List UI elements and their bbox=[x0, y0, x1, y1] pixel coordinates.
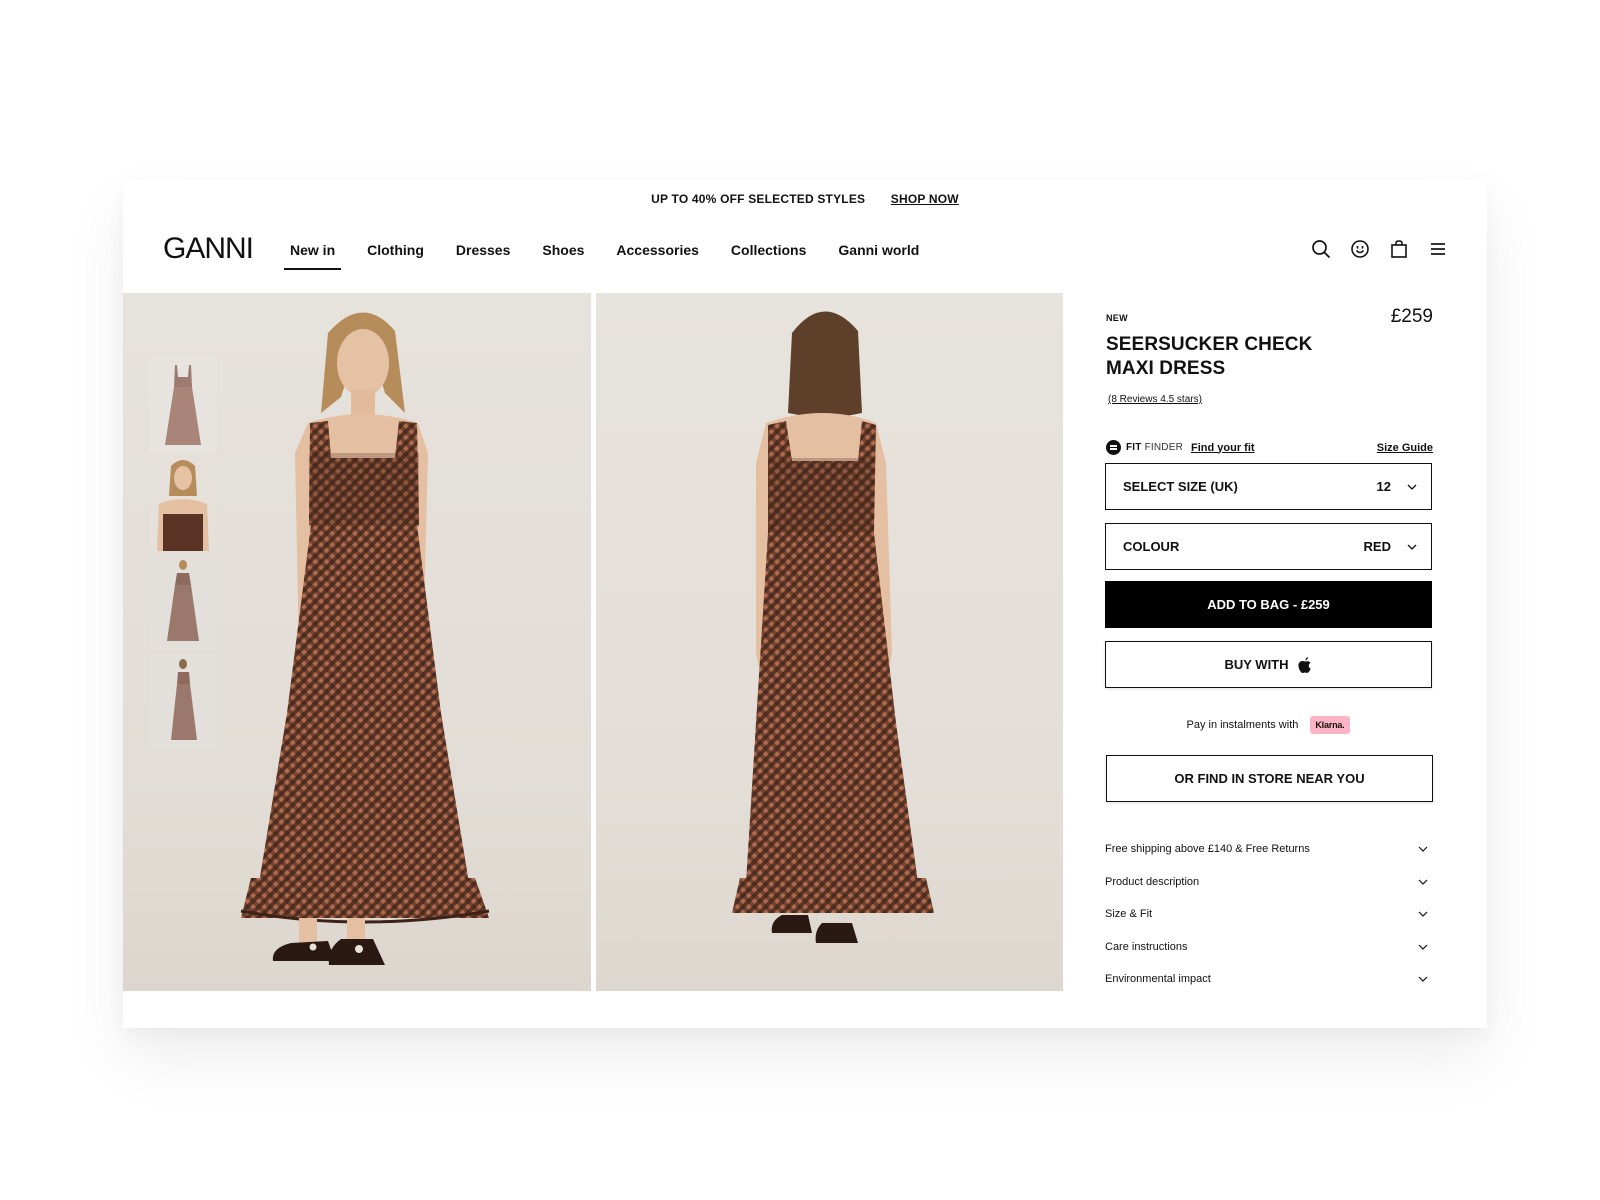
brand-logo[interactable]: GANNI bbox=[163, 232, 254, 266]
chevron-down-icon bbox=[1418, 846, 1428, 853]
size-guide-link[interactable]: Size Guide bbox=[1377, 442, 1433, 454]
shopping-bag-icon[interactable] bbox=[1388, 238, 1410, 260]
product-title: SEERSUCKER CHECK MAXI DRESS bbox=[1106, 334, 1313, 379]
account-smiley-icon[interactable] bbox=[1349, 238, 1371, 260]
colour-select-value: RED bbox=[1363, 539, 1391, 554]
nav-item-clothing[interactable]: Clothing bbox=[367, 242, 424, 270]
chevron-down-icon bbox=[1418, 976, 1428, 983]
accordion-size-fit[interactable]: Size & Fit bbox=[1105, 898, 1432, 931]
accordion-product-description[interactable]: Product description bbox=[1105, 866, 1432, 899]
product-image-front[interactable] bbox=[123, 293, 591, 991]
accordion-environmental-impact[interactable]: Environmental impact bbox=[1105, 963, 1432, 996]
klarna-row: Pay in instalments with Klarna. bbox=[1103, 716, 1433, 734]
size-select[interactable]: SELECT SIZE (UK) 12 bbox=[1105, 463, 1432, 510]
find-in-store-button[interactable]: OR FIND IN STORE NEAR YOU bbox=[1106, 755, 1433, 802]
info-accordion: Free shipping above £140 & Free Returns … bbox=[1105, 833, 1432, 996]
chevron-down-icon bbox=[1418, 944, 1428, 950]
header-icons bbox=[1310, 238, 1449, 260]
klarna-text: Pay in instalments with bbox=[1186, 719, 1299, 731]
chevron-down-icon bbox=[1418, 911, 1428, 918]
accordion-shipping[interactable]: Free shipping above £140 & Free Returns bbox=[1105, 833, 1432, 866]
colour-select-label: COLOUR bbox=[1123, 539, 1180, 554]
size-select-value: 12 bbox=[1376, 479, 1391, 494]
product-price: £259 bbox=[1390, 306, 1433, 327]
menu-icon[interactable] bbox=[1427, 238, 1449, 260]
search-icon[interactable] bbox=[1310, 238, 1332, 260]
fit-finder-row: FIT FINDER Find your fit Size Guide bbox=[1106, 440, 1433, 455]
thumbnail-model-closeup[interactable] bbox=[149, 456, 217, 551]
nav-item-shoes[interactable]: Shoes bbox=[542, 242, 584, 270]
fit-finder-logo-icon bbox=[1106, 440, 1121, 455]
nav-item-collections[interactable]: Collections bbox=[731, 242, 806, 270]
promo-bar: UP TO 40% OFF SELECTED STYLES SHOP NOW bbox=[123, 192, 1487, 206]
klarna-badge[interactable]: Klarna. bbox=[1310, 716, 1350, 734]
buy-with-label: BUY WITH bbox=[1224, 657, 1289, 672]
fit-finder-brand: FIT FINDER bbox=[1126, 442, 1184, 453]
reviews-link[interactable]: (8 Reviews 4.5 stars) bbox=[1108, 394, 1202, 405]
thumbnail-model-side[interactable] bbox=[149, 654, 217, 749]
accordion-care-instructions[interactable]: Care instructions bbox=[1105, 931, 1432, 964]
thumbnail-model-front[interactable] bbox=[149, 555, 217, 650]
main-nav: New in Clothing Dresses Shoes Accessorie… bbox=[283, 242, 951, 270]
model-back-illustration bbox=[732, 311, 934, 943]
add-to-bag-button[interactable]: ADD TO BAG - £259 bbox=[1105, 581, 1432, 628]
apple-logo-icon bbox=[1297, 656, 1311, 673]
size-select-label: SELECT SIZE (UK) bbox=[1123, 479, 1238, 494]
chevron-down-icon bbox=[1407, 484, 1417, 490]
product-image-back[interactable] bbox=[596, 293, 1063, 991]
promo-text: UP TO 40% OFF SELECTED STYLES bbox=[651, 192, 866, 206]
new-badge: NEW bbox=[1106, 313, 1128, 323]
nav-item-dresses[interactable]: Dresses bbox=[456, 242, 511, 270]
thumbnail-strip bbox=[149, 357, 217, 753]
chevron-down-icon bbox=[1407, 544, 1417, 550]
nav-item-accessories[interactable]: Accessories bbox=[616, 242, 699, 270]
product-page: UP TO 40% OFF SELECTED STYLES SHOP NOW G… bbox=[123, 180, 1487, 1028]
apple-pay-button[interactable]: BUY WITH bbox=[1105, 641, 1432, 688]
thumbnail-dress-flat[interactable] bbox=[149, 357, 217, 452]
promo-shop-now-link[interactable]: SHOP NOW bbox=[891, 192, 959, 206]
find-your-fit-link[interactable]: Find your fit bbox=[1191, 442, 1255, 454]
nav-item-new-in[interactable]: New in bbox=[283, 242, 342, 270]
nav-item-ganni-world[interactable]: Ganni world bbox=[838, 242, 919, 270]
colour-select[interactable]: COLOUR RED bbox=[1105, 523, 1432, 570]
chevron-down-icon bbox=[1418, 879, 1428, 885]
